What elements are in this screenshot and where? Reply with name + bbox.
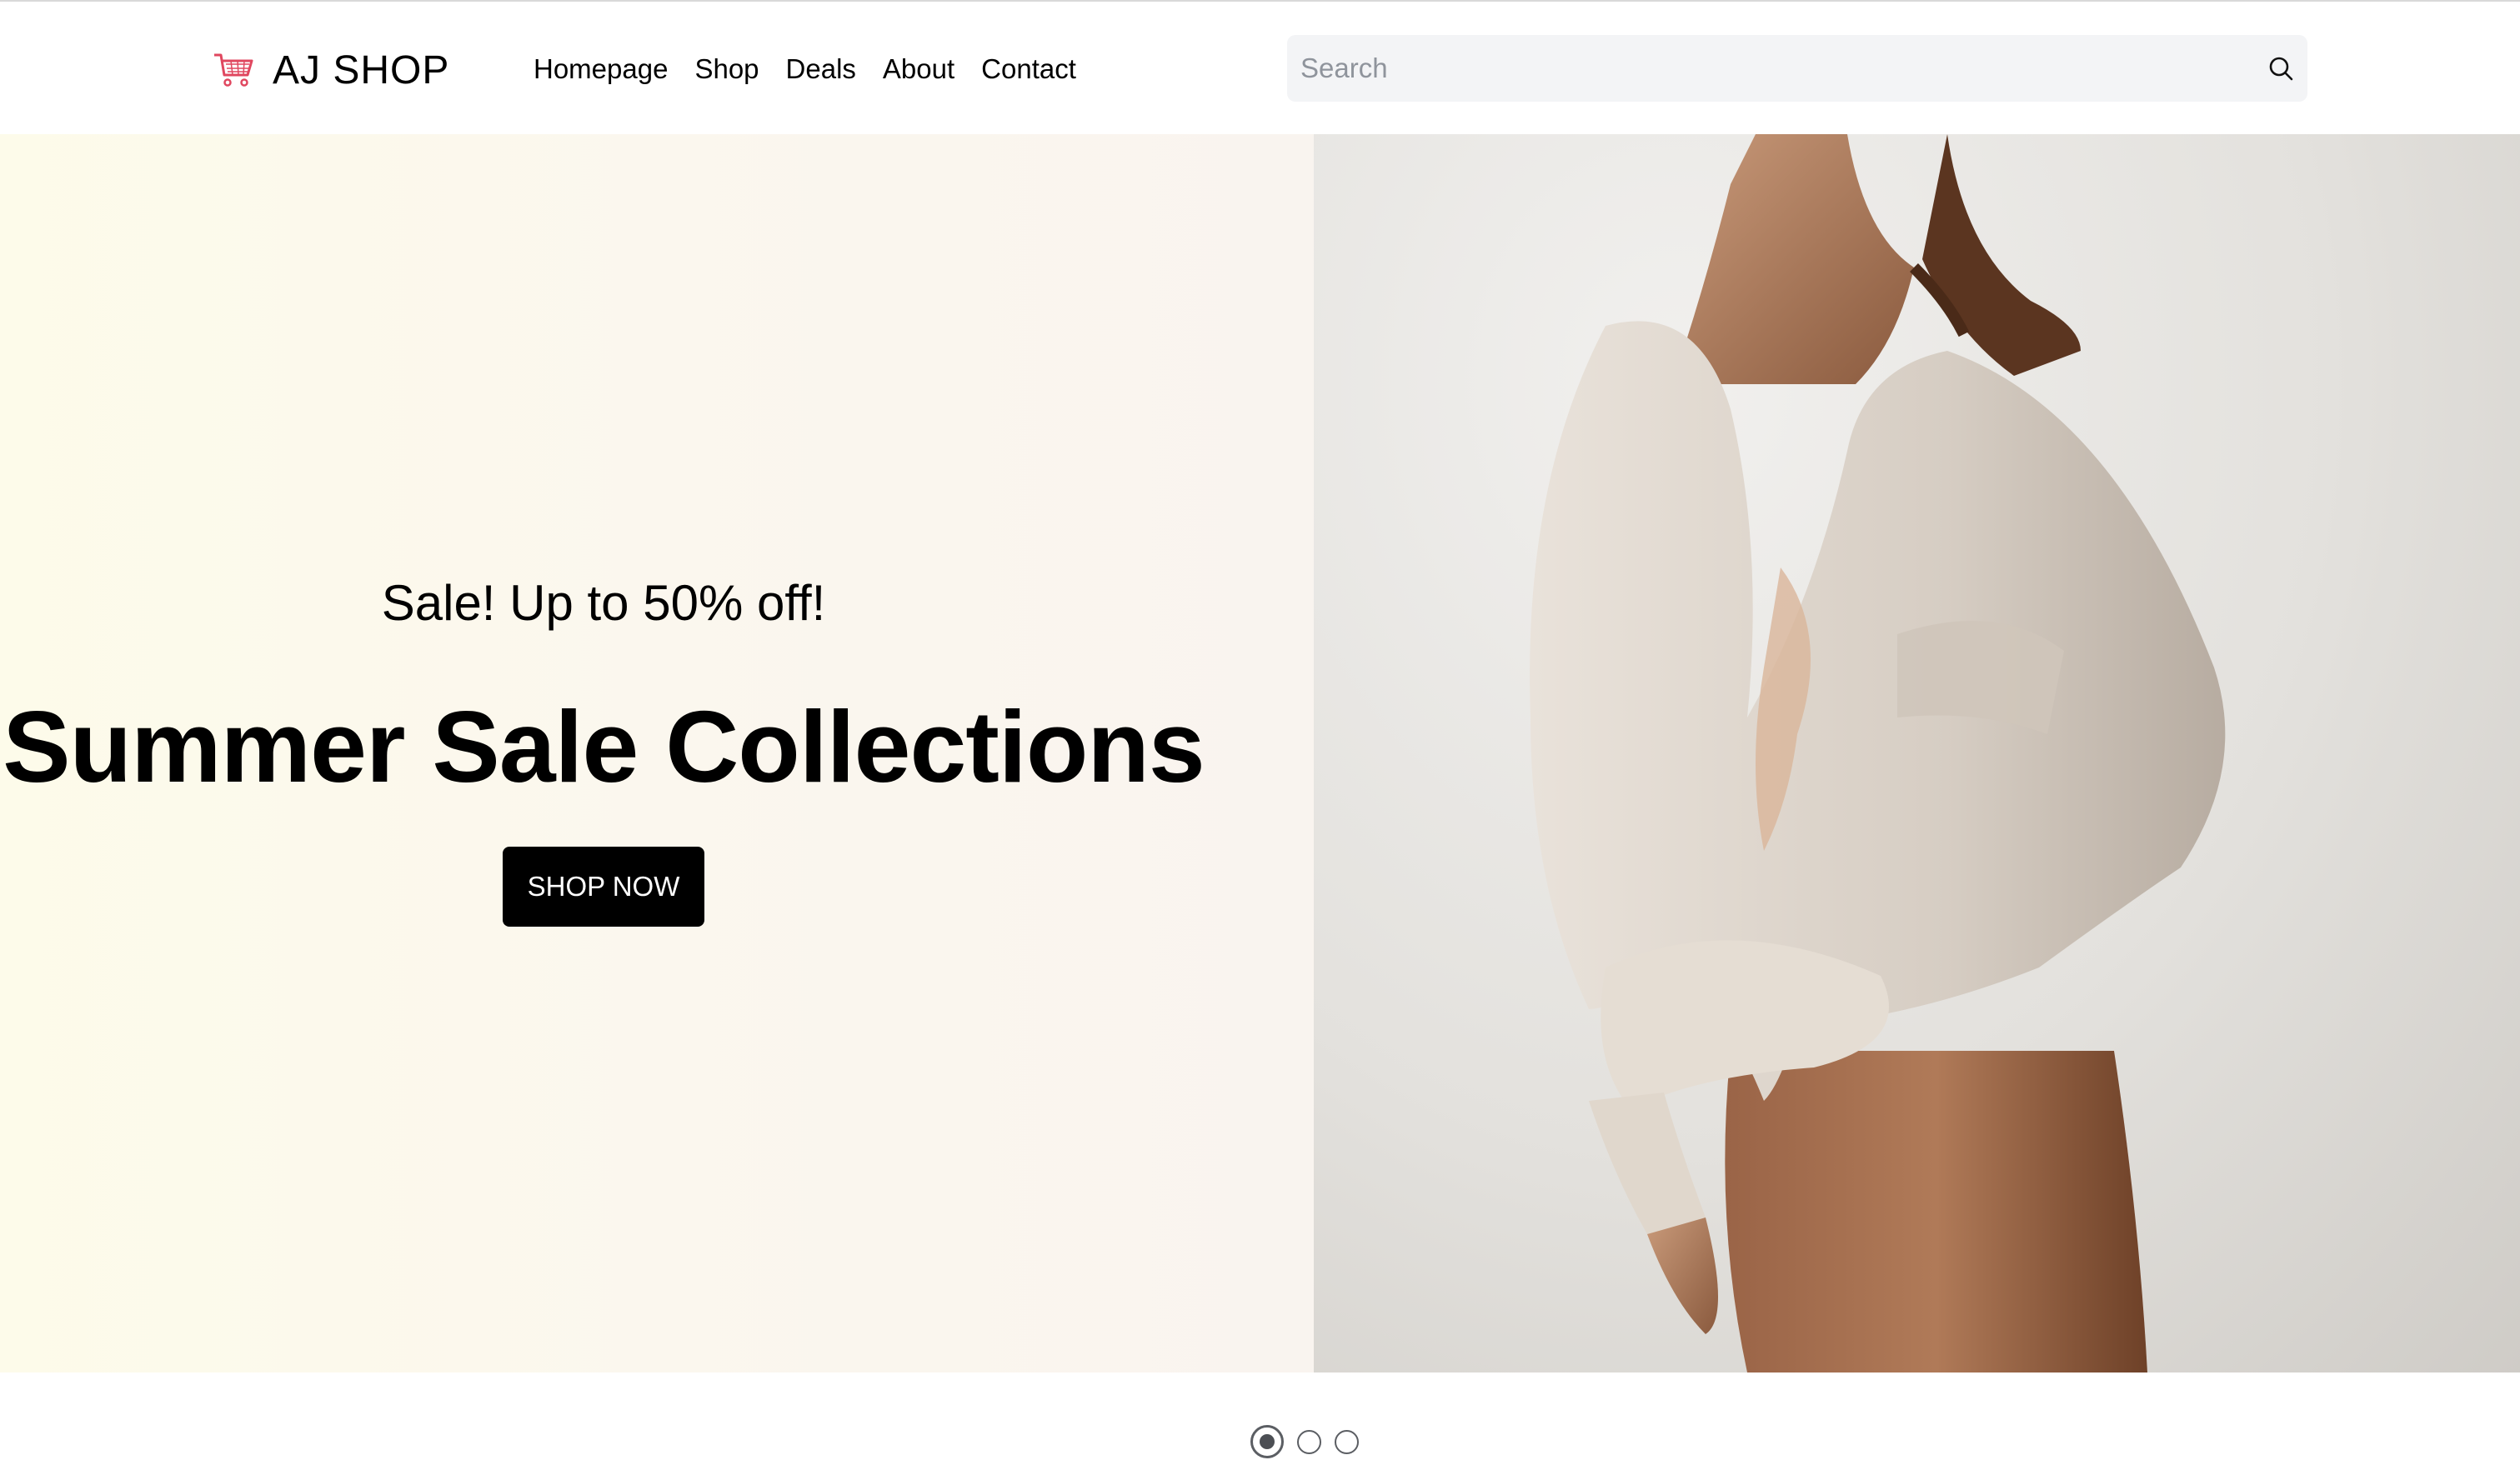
search-icon [2269, 57, 2293, 81]
logo-link[interactable]: AJ SHOP [213, 45, 449, 95]
slide-dot-2[interactable] [1297, 1429, 1321, 1454]
nav-link-about[interactable]: About [883, 53, 954, 85]
nav-link-shop[interactable]: Shop [694, 53, 759, 85]
nav-link-deals[interactable]: Deals [786, 53, 856, 85]
active-dot-indicator [1260, 1434, 1275, 1449]
logo-text: AJ SHOP [273, 48, 450, 92]
nav-link-contact[interactable]: Contact [981, 53, 1076, 85]
model-photo [1530, 134, 2226, 1372]
search-button[interactable] [2254, 35, 2307, 102]
shopping-cart-icon [214, 53, 253, 87]
hero-title: Summer Sale Collections [3, 690, 1205, 803]
slide-dot-3[interactable] [1335, 1429, 1359, 1454]
search-input[interactable] [1287, 35, 2254, 102]
hero-slider: Sale! Up to 50% off! Summer Sale Collect… [0, 134, 2520, 1458]
nav-link-homepage[interactable]: Homepage [534, 53, 668, 85]
hero-subtitle: Sale! Up to 50% off! [381, 575, 826, 631]
hero-text-panel: Sale! Up to 50% off! Summer Sale Collect… [0, 134, 1314, 1372]
top-navbar: AJ SHOP Homepage Shop Deals About Contac… [0, 0, 2520, 134]
slide-dot-1[interactable] [1250, 1425, 1284, 1458]
main-nav: Homepage Shop Deals About Contact [534, 48, 1076, 90]
shop-now-button[interactable]: SHOP NOW [503, 847, 704, 927]
hero-image [1314, 134, 2520, 1372]
search-bar [1287, 35, 2307, 102]
slider-dots [1250, 1423, 1359, 1460]
